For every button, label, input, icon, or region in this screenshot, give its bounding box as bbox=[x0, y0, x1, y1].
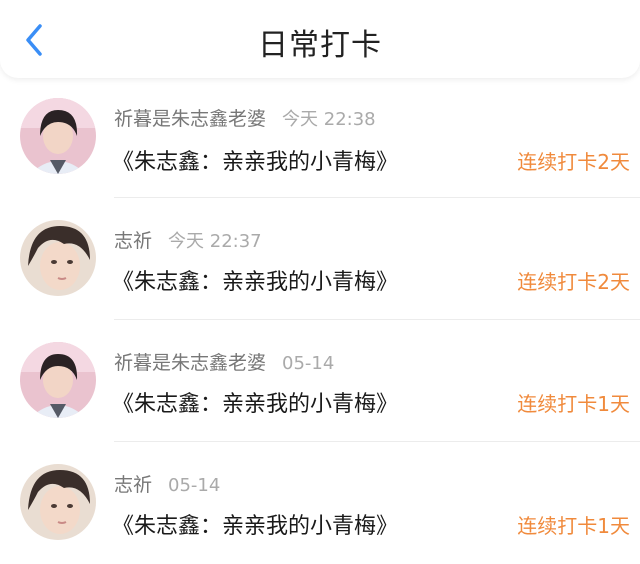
user-name: 志祈 今天 22:37 bbox=[114, 230, 262, 252]
streak-badge: 连续打卡2天 bbox=[517, 270, 630, 294]
avatar[interactable] bbox=[20, 98, 96, 174]
page-title: 日常打卡 bbox=[258, 28, 382, 63]
avatar[interactable] bbox=[20, 342, 96, 418]
post-time: 05-14 bbox=[168, 475, 221, 496]
checkin-content: 《朱志鑫：亲亲我的小青梅》 bbox=[112, 270, 399, 295]
post-time: 今天 22:37 bbox=[168, 231, 262, 252]
streak-badge: 连续打卡1天 bbox=[517, 392, 630, 416]
post-time: 今天 22:38 bbox=[282, 109, 376, 130]
user-name: 祈暮是朱志鑫老婆 05-14 bbox=[114, 352, 335, 374]
checkin-content: 《朱志鑫：亲亲我的小青梅》 bbox=[112, 392, 399, 417]
checkin-content: 《朱志鑫：亲亲我的小青梅》 bbox=[112, 150, 399, 175]
list-item[interactable]: 志祈 今天 22:37 《朱志鑫：亲亲我的小青梅》 连续打卡2天 bbox=[0, 198, 640, 320]
list-item[interactable]: 志祈 05-14 《朱志鑫：亲亲我的小青梅》 连续打卡1天 bbox=[0, 442, 640, 564]
checkin-list: 祈暮是朱志鑫老婆 今天 22:38 《朱志鑫：亲亲我的小青梅》 连续打卡2天 志祈… bbox=[0, 78, 640, 564]
checkin-content: 《朱志鑫：亲亲我的小青梅》 bbox=[112, 514, 399, 539]
streak-badge: 连续打卡2天 bbox=[517, 150, 630, 174]
list-item[interactable]: 祈暮是朱志鑫老婆 今天 22:38 《朱志鑫：亲亲我的小青梅》 连续打卡2天 bbox=[0, 78, 640, 198]
user-name: 祈暮是朱志鑫老婆 今天 22:38 bbox=[114, 108, 376, 130]
list-item[interactable]: 祈暮是朱志鑫老婆 05-14 《朱志鑫：亲亲我的小青梅》 连续打卡1天 bbox=[0, 320, 640, 442]
header-bar: 日常打卡 bbox=[0, 0, 640, 78]
avatar[interactable] bbox=[20, 220, 96, 296]
user-name: 志祈 05-14 bbox=[114, 474, 221, 496]
post-time: 05-14 bbox=[282, 353, 335, 374]
streak-badge: 连续打卡1天 bbox=[517, 514, 630, 538]
avatar[interactable] bbox=[20, 464, 96, 540]
